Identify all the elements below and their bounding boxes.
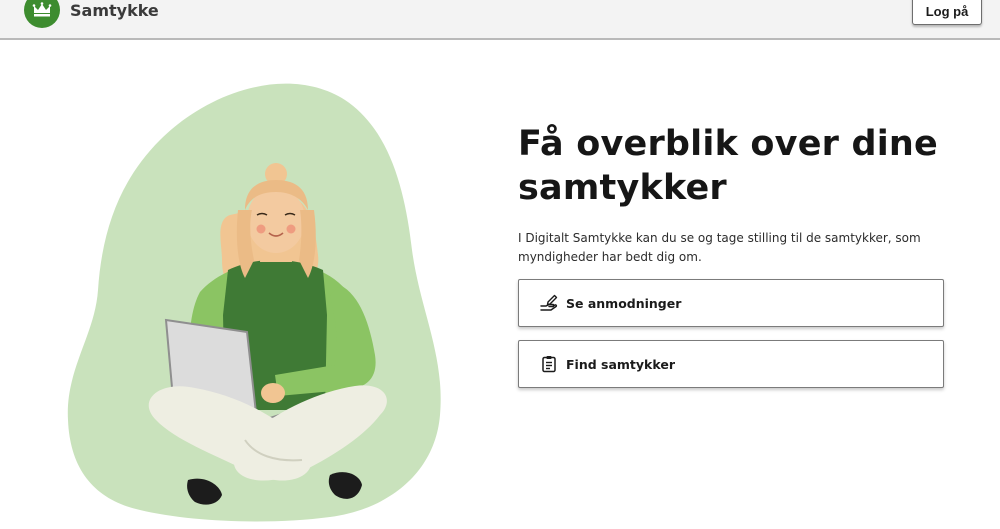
clipboard-list-icon: [539, 354, 559, 374]
crown-logo-icon: [24, 0, 60, 28]
find-consents-label: Find samtykker: [566, 356, 675, 372]
woman-with-laptop-illustration: [40, 70, 460, 525]
hand-pen-icon: [539, 293, 559, 313]
hero-section: Få overblik over dine samtykker I Digita…: [518, 122, 958, 267]
top-bar: Samtykke Log på: [0, 0, 1000, 40]
page-title: Få overblik over dine samtykker: [518, 124, 938, 208]
see-requests-button[interactable]: Se anmodninger: [518, 279, 944, 327]
see-requests-label: Se anmodninger: [566, 295, 682, 311]
login-button[interactable]: Log på: [912, 0, 982, 25]
brand-name: Samtykke: [70, 0, 159, 20]
brand[interactable]: Samtykke: [24, 0, 159, 28]
page-description: I Digitalt Samtykke kan du se og tage st…: [518, 231, 921, 264]
find-consents-button[interactable]: Find samtykker: [518, 340, 944, 388]
